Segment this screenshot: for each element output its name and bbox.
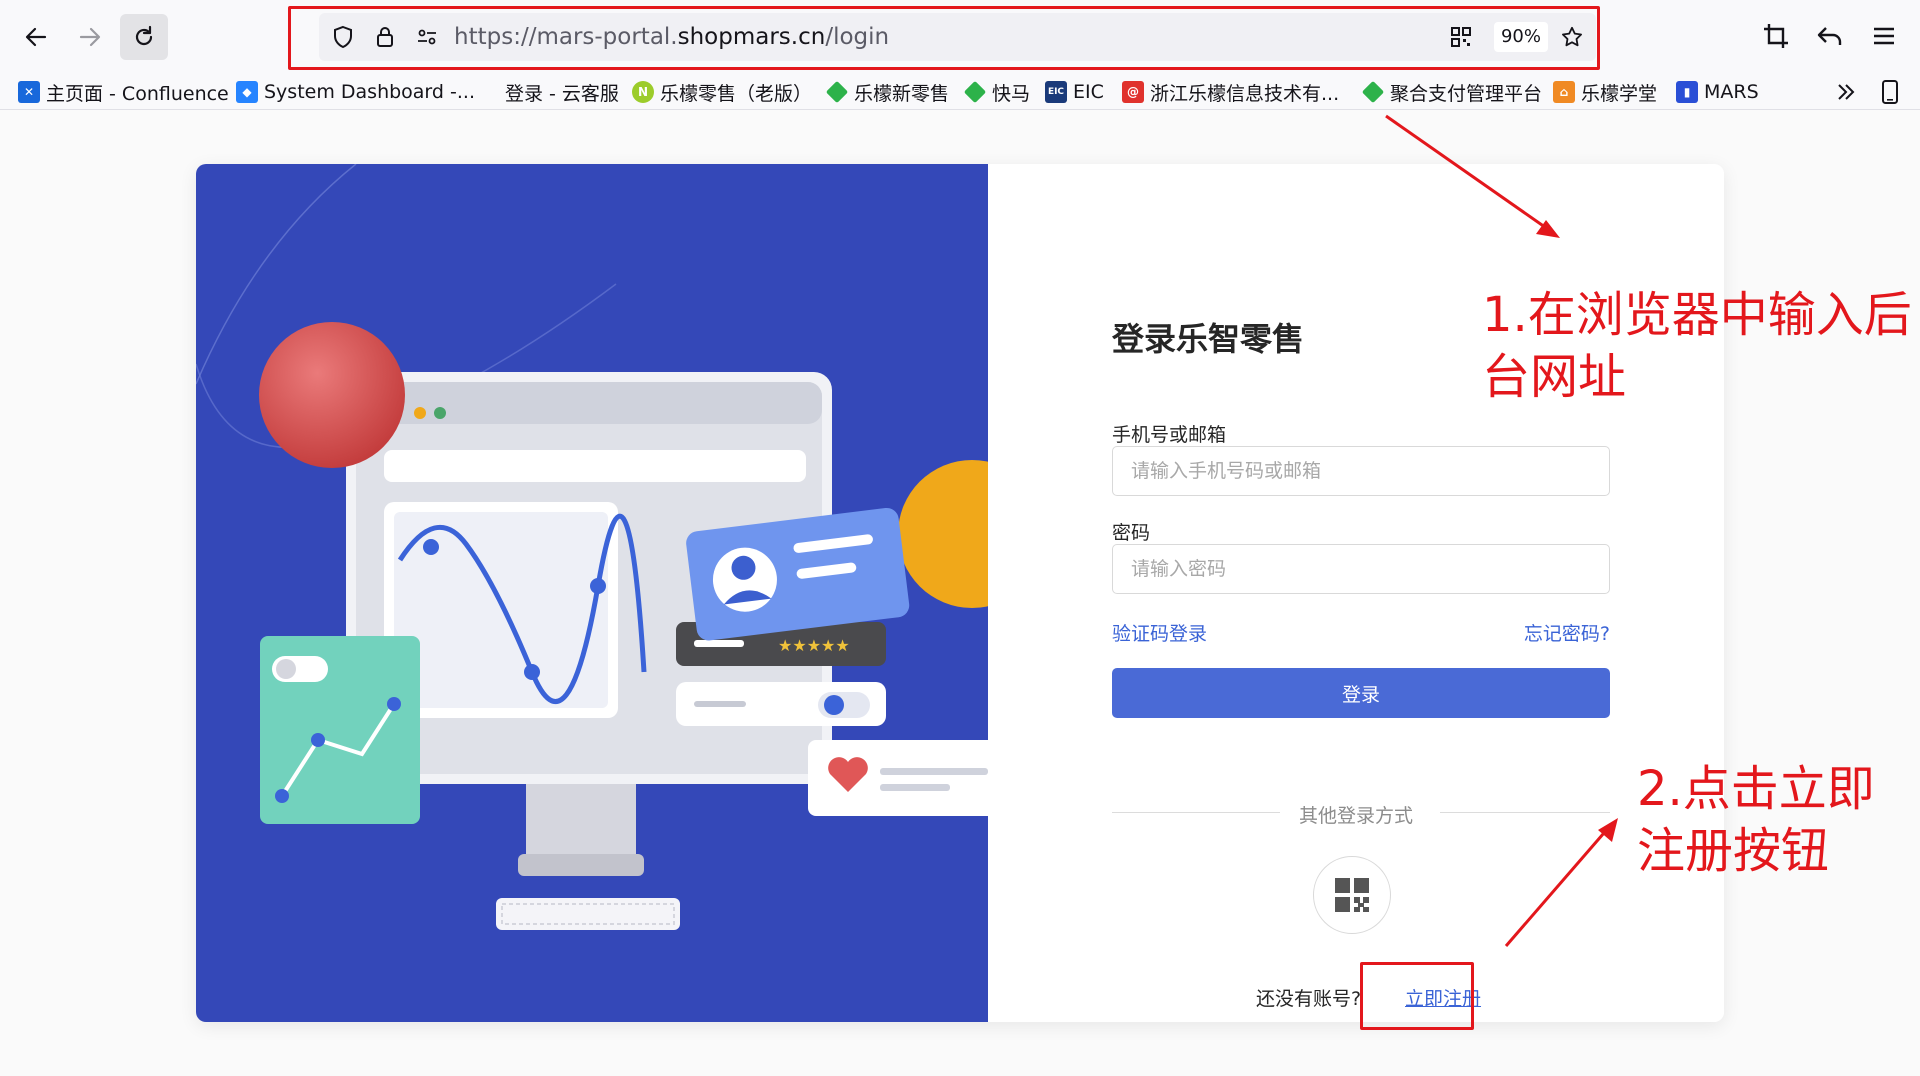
annotation-step-1: 1.在浏览器中输入后台网址	[1482, 287, 1912, 405]
annotation-arrow-1	[1385, 114, 1553, 234]
annotation-arrows	[1385, 114, 1618, 947]
annotation-arrow-2	[1504, 825, 1612, 947]
annotation-step-2: 2.点击立即注册按钮	[1637, 761, 1875, 879]
